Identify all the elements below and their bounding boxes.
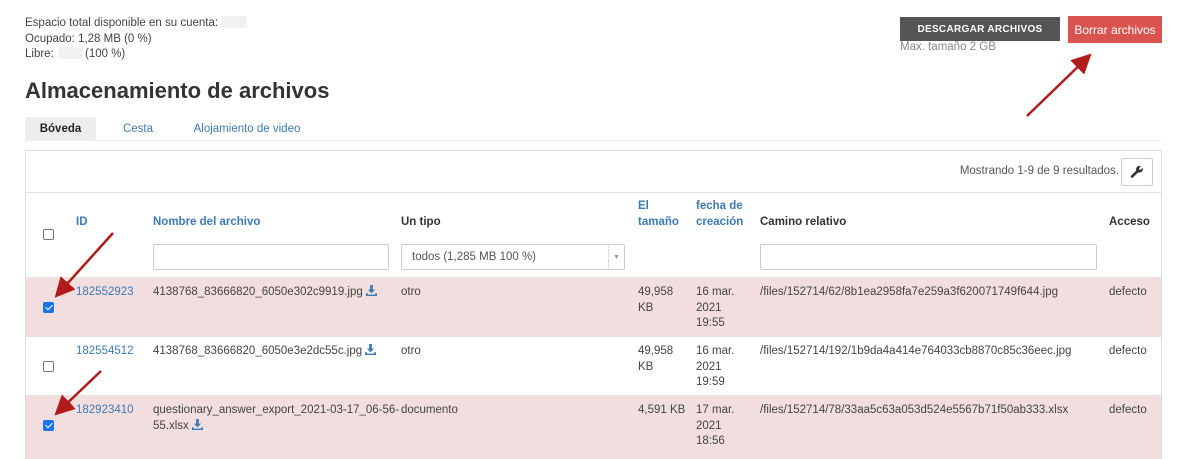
storage-total: Espacio total disponible en su cuenta: bbox=[25, 16, 248, 32]
type-filter-select[interactable]: todos (1,285 MB 100 %) ▼ bbox=[401, 244, 625, 270]
file-id-link[interactable]: 182554512 bbox=[76, 344, 134, 360]
table-row[interactable]: 182552923 4138768_83666820_6050e302c9919… bbox=[26, 277, 1161, 336]
row-checkbox[interactable] bbox=[43, 302, 54, 313]
column-header-size[interactable]: El tamaño bbox=[638, 199, 679, 230]
file-access: defecto bbox=[1109, 286, 1147, 298]
file-path: /files/152714/192/1b9da4a414e764033cb887… bbox=[760, 345, 1072, 357]
file-size: 49,958 KB bbox=[638, 286, 674, 314]
download-files-button[interactable]: DESCARGAR ARCHIVOS bbox=[900, 17, 1060, 41]
tab-basket[interactable]: Cesta bbox=[110, 117, 166, 140]
download-icon[interactable] bbox=[365, 344, 377, 355]
results-summary: Mostrando 1-9 de 9 resultados. bbox=[959, 165, 1119, 177]
file-type: documento bbox=[401, 404, 458, 416]
file-id-link[interactable]: 182552923 bbox=[76, 285, 134, 301]
table-top-divider bbox=[26, 192, 1161, 193]
wrench-icon bbox=[1130, 165, 1143, 178]
row-checkbox[interactable] bbox=[43, 361, 54, 372]
file-id-link[interactable]: 182923410 bbox=[76, 403, 134, 419]
select-all-checkbox[interactable] bbox=[43, 229, 54, 240]
file-date: 17 mar. 2021 18:56 bbox=[696, 404, 735, 447]
delete-files-button[interactable]: Borrar archivos bbox=[1068, 16, 1162, 43]
tab-bar: Bóveda Cesta Alojamiento de video bbox=[25, 117, 1162, 141]
row-checkbox[interactable] bbox=[43, 420, 54, 431]
file-date: 16 mar. 2021 19:55 bbox=[696, 286, 735, 329]
file-name: questionary_answer_export_2021-03-17_06-… bbox=[153, 404, 400, 432]
column-header-date[interactable]: fecha de creación bbox=[696, 199, 743, 230]
storage-free: Libre: (100 %) bbox=[25, 47, 126, 60]
storage-info: Espacio total disponible en su cuenta: O… bbox=[25, 16, 248, 63]
column-header-type: Un tipo bbox=[401, 216, 441, 228]
files-table-panel: Mostrando 1-9 de 9 resultados. ID Nombre… bbox=[25, 150, 1162, 459]
file-access: defecto bbox=[1109, 345, 1147, 357]
file-name: 4138768_83666820_6050e3e2dc55c.jpg bbox=[153, 344, 377, 360]
storage-used: Ocupado: 1,28 MB (0 %) bbox=[25, 32, 152, 45]
table-settings-button[interactable] bbox=[1121, 158, 1153, 186]
download-icon[interactable] bbox=[191, 418, 203, 430]
annotation-arrow-delete bbox=[1026, 53, 1092, 117]
file-size: 4,591 KB bbox=[638, 404, 686, 416]
chevron-down-icon: ▼ bbox=[608, 245, 624, 269]
table-row[interactable]: 182554512 4138768_83666820_6050e3e2dc55c… bbox=[26, 336, 1161, 395]
redacted-value bbox=[58, 47, 83, 59]
tab-video-hosting[interactable]: Alojamiento de video bbox=[185, 117, 309, 140]
page-title: Almacenamiento de archivos bbox=[25, 78, 330, 103]
column-header-name[interactable]: Nombre del archivo bbox=[153, 215, 260, 231]
file-path: /files/152714/78/33aa5c63a053d524e5567b7… bbox=[760, 404, 1069, 416]
file-date: 16 mar. 2021 19:59 bbox=[696, 345, 735, 388]
download-icon[interactable] bbox=[365, 285, 377, 296]
file-type: otro bbox=[401, 286, 421, 298]
file-path: /files/152714/62/8b1ea2958fa7e259a3f6200… bbox=[760, 286, 1059, 298]
tab-vault[interactable]: Bóveda bbox=[25, 117, 96, 140]
column-header-path: Camino relativo bbox=[760, 216, 847, 228]
file-type: otro bbox=[401, 345, 421, 357]
max-size-note: Max. tamaño 2 GB bbox=[900, 41, 996, 53]
file-name: 4138768_83666820_6050e302c9919.jpg bbox=[153, 285, 377, 301]
filename-filter-input[interactable] bbox=[153, 244, 389, 270]
redacted-value bbox=[221, 16, 248, 28]
file-access: defecto bbox=[1109, 404, 1147, 416]
table-row[interactable]: 182923410 questionary_answer_export_2021… bbox=[26, 395, 1161, 459]
path-filter-input[interactable] bbox=[760, 244, 1097, 270]
column-header-id[interactable]: ID bbox=[76, 215, 88, 231]
column-header-access: Acceso bbox=[1109, 216, 1150, 228]
file-size: 49,958 KB bbox=[638, 345, 674, 373]
